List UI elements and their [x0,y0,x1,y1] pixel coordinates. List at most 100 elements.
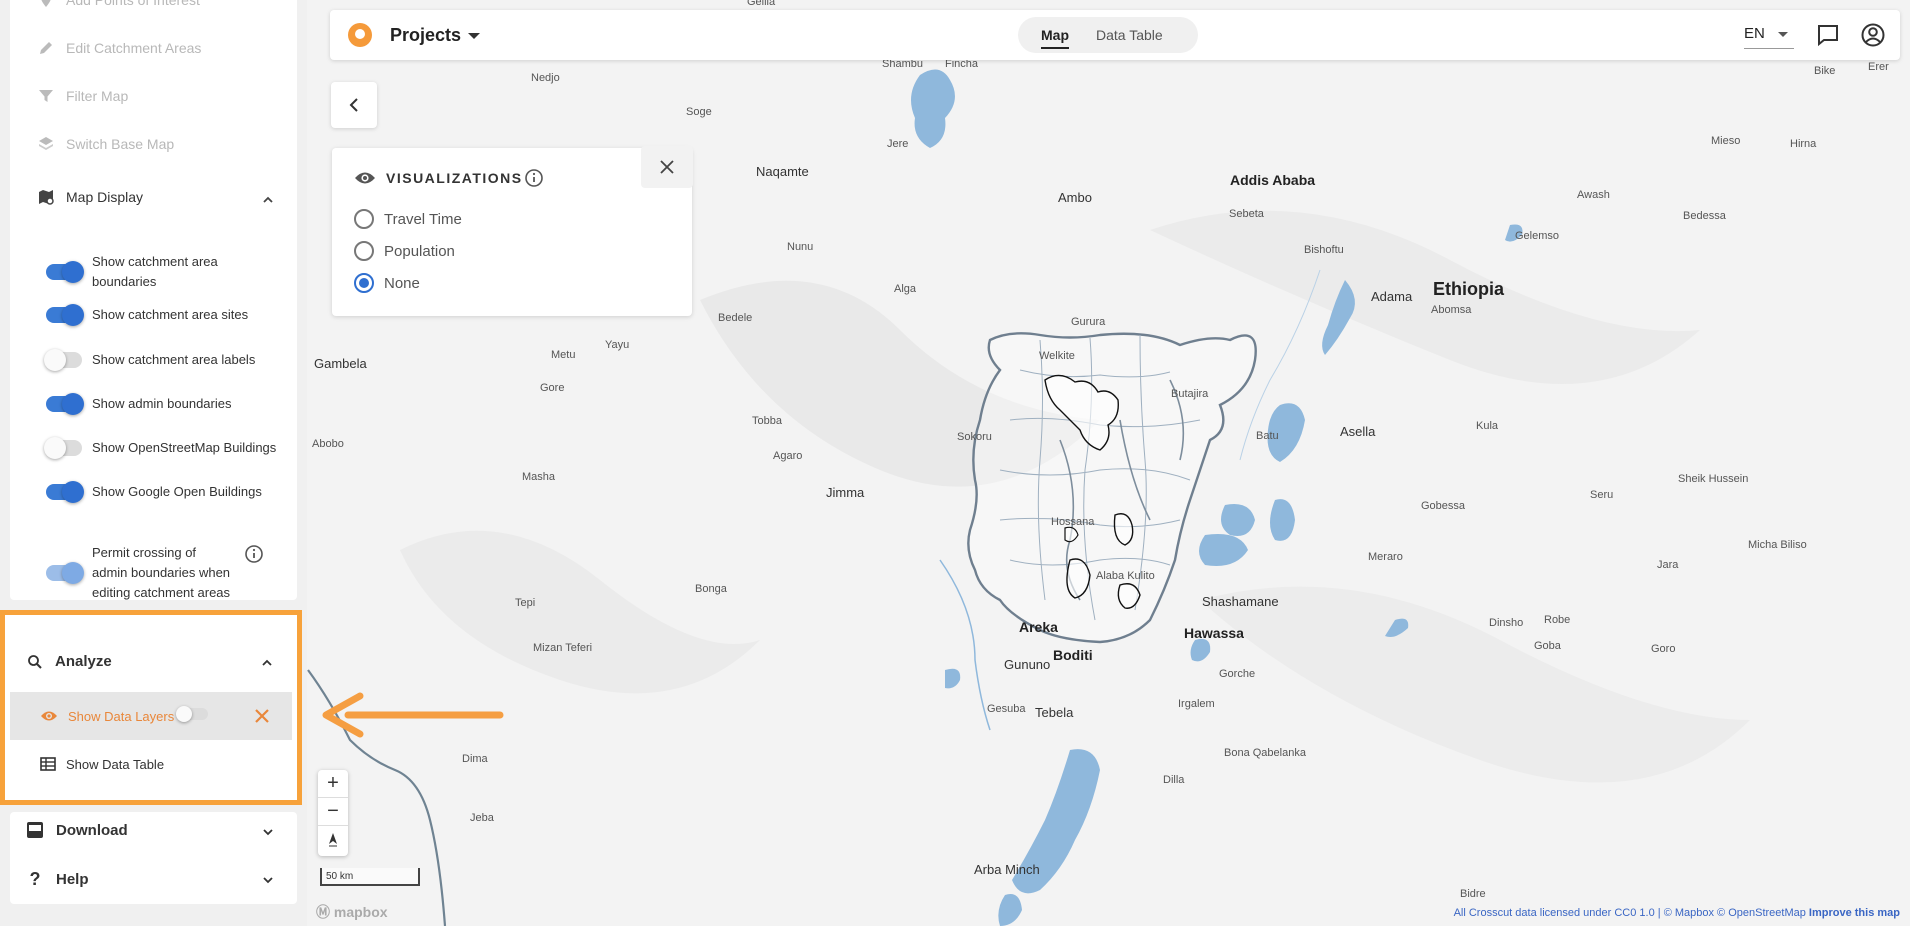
feedback-icon[interactable] [1815,22,1841,48]
zoom-out-button[interactable]: − [318,798,348,826]
download-section[interactable]: Download [26,821,128,839]
place-label: Metu [551,349,576,361]
viz-option-none[interactable]: None [354,273,420,293]
map-icon [39,190,54,205]
close-visualizations-button[interactable] [641,146,693,188]
compass-button[interactable] [318,826,348,854]
improve-map-link[interactable]: Improve this map [1809,907,1900,919]
toggle-row: Show catchment area sites [46,304,249,326]
viz-option-travel-time[interactable]: Travel Time [354,209,462,229]
place-label: Gorche [1219,668,1256,680]
place-label: Bedele [718,312,753,324]
place-label: Sheik Hussein [1678,473,1749,485]
viz-option-population[interactable]: Population [354,241,455,261]
toggle-row: Show catchment area boundaries [46,252,252,292]
radio-button[interactable] [354,241,374,261]
mapbox-logo[interactable]: Ⓜ mapbox [316,902,388,922]
toggle-switch[interactable] [46,261,84,283]
place-label: Shashamane [1202,594,1279,609]
data-layers-toggle[interactable] [176,706,208,722]
place-label: Arba Minch [974,862,1040,877]
place-label: Hirna [1790,138,1817,150]
tool-filter-map[interactable]: Filter Map [38,88,128,104]
toggle-label: Show catchment area boundaries [92,254,218,289]
table-icon [40,757,56,771]
info-icon[interactable] [524,168,544,188]
chevron-left-icon [349,98,358,112]
place-label: Soge [686,106,712,118]
chevron-up-icon[interactable] [262,194,274,206]
place-label: Adama [1371,289,1413,304]
toggle-switch[interactable] [44,437,82,459]
attribution-text[interactable]: All Crosscut data licensed under CC0 1.0… [1454,907,1806,919]
app-logo[interactable] [348,23,372,47]
place-label: Bona Qabelanka [1224,747,1306,759]
tab-data-table[interactable]: Data Table [1096,27,1163,43]
analyze-header[interactable]: Analyze [27,653,112,670]
place-label: Merarо [1368,551,1403,563]
place-label: Goro [1651,643,1676,655]
map-display-header[interactable]: Map Display [38,189,143,205]
help-icon: ? [29,869,41,889]
attribution: All Crosscut data licensed under CC0 1.0… [1454,907,1900,919]
place-label: Gelila [747,0,776,8]
toggle-knob [62,261,84,283]
toggle-switch[interactable] [46,393,84,415]
place-label: Kula [1476,420,1499,432]
show-data-layers-row[interactable]: Show Data Layers [10,692,292,740]
place-label: Dima [462,753,488,765]
sidebar: Add Points of Interest Edit Catchment Ar… [0,0,307,926]
show-data-table-row[interactable]: Show Data Table [10,740,292,788]
chevron-up-icon[interactable] [261,657,273,669]
toggle-switch[interactable] [46,304,84,326]
scale-bar: 50 km [320,868,420,886]
place-label: Hossana [1051,516,1095,528]
place-label: Nedjo [531,72,560,84]
tab-map[interactable]: Map [1041,27,1069,49]
chevron-down-icon[interactable] [262,826,274,838]
toggle-label: Show OpenStreetMap Buildings [92,440,277,455]
info-icon[interactable] [244,544,264,564]
tool-switch-base-map[interactable]: Switch Base Map [38,136,174,152]
place-label: Sokoru [957,431,992,443]
place-label: Jeba [470,812,494,824]
toggle-label: Show catchment area labels [92,352,256,367]
place-label: Alaba Kulito [1096,570,1155,582]
toggle-switch[interactable] [46,562,84,584]
toggle-row: Show catchment area labels [44,349,256,371]
close-icon[interactable] [254,708,270,724]
language-select[interactable]: EN [1744,25,1765,42]
caret-down-icon[interactable] [468,33,480,39]
close-icon [660,160,674,174]
place-label: Jimma [826,485,865,500]
account-icon[interactable] [1860,22,1886,48]
caret-down-icon[interactable] [1778,32,1788,37]
place-label: Sebeta [1229,208,1264,220]
download-icon [27,822,43,838]
language-underline [1744,48,1794,49]
toggle-label: Show catchment area sites [92,307,249,322]
place-label: Gobessa [1421,500,1466,512]
zoom-in-button[interactable]: + [318,770,348,798]
projects-dropdown[interactable]: Projects [390,25,461,46]
place-label: Mizan Teferi [533,642,593,654]
tool-edit-catchment-areas[interactable]: Edit Catchment Areas [38,40,201,56]
download-label: Download [56,821,128,839]
place-label: Tebela [1035,705,1074,720]
place-label: Gelemso [1515,230,1560,242]
back-button[interactable] [331,82,377,128]
chevron-down-icon[interactable] [262,874,274,886]
viz-option-label: Population [384,242,455,260]
tool-add-points-of-interest[interactable]: Add Points of Interest [38,0,200,8]
help-section[interactable]: ? Help [26,869,89,890]
toggle-switch[interactable] [46,481,84,503]
toggle-switch[interactable] [44,349,82,371]
toggle-knob [44,349,66,371]
radio-button[interactable] [354,209,374,229]
radio-button-selected[interactable] [354,273,374,293]
place-label: Nunu [787,241,814,253]
map-display-title: Map Display [66,189,144,205]
show-data-table-label: Show Data Table [66,756,165,772]
sidebar-tools-panel: Add Points of Interest Edit Catchment Ar… [10,0,297,600]
filter-icon [39,90,53,102]
